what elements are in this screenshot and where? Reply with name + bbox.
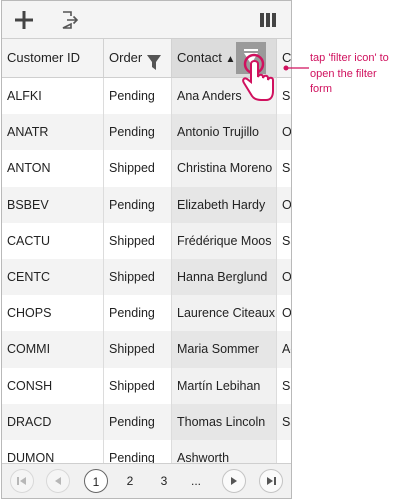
cell-partial: Ov	[282, 269, 292, 284]
cell-order: Shipped	[104, 331, 172, 368]
table-row[interactable]: ANTONShippedChristina Moreno Sa	[2, 150, 291, 187]
table-row[interactable]: CONSHShippedMartín Lebihan Sa	[2, 367, 291, 404]
cell-contact: Antonio Trujillo	[172, 114, 277, 151]
column-header-label: Order	[109, 50, 143, 65]
cell-customer-id: CHOPS	[2, 295, 104, 332]
table-row[interactable]: CHOPSPendingLaurence Citeaux Ov	[2, 295, 292, 332]
cell-customer-id: BSBEV	[2, 186, 104, 223]
column-header-label: Customer ID	[7, 50, 80, 65]
cell-partial: Sa	[282, 233, 291, 248]
cell-order: Shipped	[104, 258, 172, 296]
cell-contact: Martín Lebihan	[172, 367, 277, 404]
cell-partial: Sa	[282, 378, 291, 393]
export-icon[interactable]	[59, 9, 81, 31]
cell-customer-id: ANTON	[2, 150, 104, 187]
column-chooser-icon[interactable]	[257, 9, 279, 31]
table-row[interactable]: CACTUShippedFrédérique Moos Sa	[2, 222, 291, 259]
cell-contact: Elizabeth Hardy	[172, 186, 277, 223]
cell-customer-id: CONSH	[2, 367, 104, 404]
cell-order: Shipped	[104, 150, 172, 187]
cell-customer-id: CACTU	[2, 222, 104, 259]
grid-body: ALFKIPendingAna AndersSaANATRPendingAnto…	[2, 78, 292, 477]
cell-order: Pending	[104, 114, 172, 151]
cell-contact: Thomas Lincoln	[172, 403, 277, 440]
toolbar	[2, 1, 291, 39]
cell-contact: Maria Sommer	[172, 331, 277, 368]
callout-text: tap 'filter icon' to open the filter for…	[310, 52, 389, 95]
table-row[interactable]: COMMIShippedMaria Sommer Ac	[2, 331, 291, 368]
tap-gesture-icon	[236, 52, 280, 109]
cell-order: Pending	[104, 186, 172, 223]
column-header-label: Contact	[177, 50, 222, 65]
cell-partial: Sa	[282, 414, 291, 429]
table-row[interactable]: ANATRPendingAntonio Trujillo Ov	[2, 114, 292, 151]
page-2-button[interactable]: 2	[118, 469, 142, 493]
page-1-button[interactable]: 1	[84, 469, 108, 493]
cell-customer-id: COMMI	[2, 331, 104, 368]
cell-customer-id: ANATR	[2, 114, 104, 151]
last-page-button[interactable]	[259, 469, 283, 493]
filter-icon[interactable]	[146, 49, 162, 77]
cell-contact: Frédérique Moos	[172, 222, 277, 259]
cell-partial: Ov	[282, 306, 292, 321]
table-row[interactable]: CENTCShippedHanna Berglund Ov	[2, 258, 292, 296]
cell-order: Shipped	[104, 367, 172, 404]
table-row[interactable]: DRACDPendingThomas Lincoln Sa	[2, 403, 291, 440]
cell-order: Pending	[104, 78, 172, 115]
previous-page-button[interactable]	[46, 469, 70, 493]
page-3-button[interactable]: 3	[152, 469, 176, 493]
next-page-button[interactable]	[222, 469, 246, 493]
more-pages-button[interactable]: ...	[184, 469, 208, 493]
cell-customer-id: ALFKI	[2, 78, 104, 115]
cell-order: Pending	[104, 295, 172, 332]
column-header-order[interactable]: Order	[104, 39, 172, 77]
cell-customer-id: CENTC	[2, 258, 104, 296]
cell-customer-id: DRACD	[2, 403, 104, 440]
cell-contact: Christina Moreno	[172, 150, 277, 187]
plus-icon[interactable]	[13, 9, 35, 31]
cell-contact: Laurence Citeaux	[172, 295, 277, 332]
table-row[interactable]: BSBEVPendingElizabeth Hardy Ov	[2, 186, 292, 223]
first-page-button[interactable]	[10, 469, 34, 493]
cell-partial: Ov	[282, 197, 292, 212]
callout-pointer	[283, 58, 309, 76]
cell-order: Pending	[104, 403, 172, 440]
cell-partial: Sa	[282, 161, 291, 176]
cell-partial: Ac	[282, 342, 291, 357]
pager: 1 2 3 ...	[2, 463, 291, 498]
cell-order: Shipped	[104, 222, 172, 259]
sort-ascending-icon: ▲	[225, 54, 236, 65]
column-header-customer-id[interactable]: Customer ID	[2, 39, 104, 77]
cell-contact: Hanna Berglund	[172, 258, 277, 296]
cell-partial: Ov	[282, 125, 292, 140]
